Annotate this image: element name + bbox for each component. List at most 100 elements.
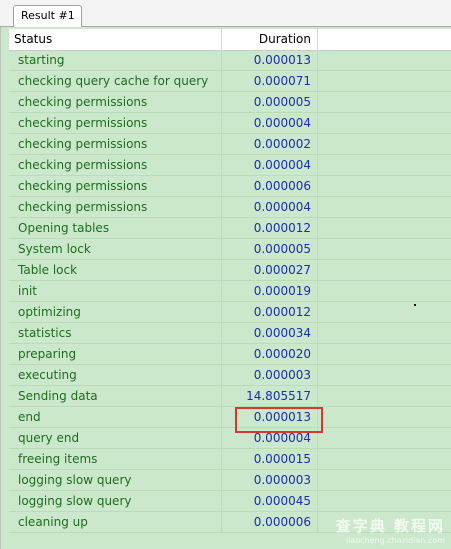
cell-status[interactable]: starting [9, 50, 222, 71]
result-tab-bar: Result #1 [0, 0, 451, 27]
table-row[interactable]: executing 0.000003 [9, 365, 451, 386]
cell-empty [318, 155, 451, 176]
table-row[interactable]: checking query cache for query 0.000071 [9, 71, 451, 92]
cell-status[interactable]: end [9, 407, 222, 428]
cell-duration[interactable]: 14.805517 [222, 386, 318, 407]
cell-duration[interactable]: 0.000006 [222, 512, 318, 533]
cell-duration[interactable]: 0.000012 [222, 302, 318, 323]
cell-status[interactable]: Table lock [9, 260, 222, 281]
cell-empty [318, 176, 451, 197]
cell-duration[interactable]: 0.000013 [222, 50, 318, 71]
cell-empty [318, 344, 451, 365]
cell-empty [318, 134, 451, 155]
cell-status[interactable]: checking permissions [9, 197, 222, 218]
column-header-status[interactable]: Status [9, 29, 222, 50]
cell-empty [318, 92, 451, 113]
cell-duration[interactable]: 0.000045 [222, 491, 318, 512]
cell-duration[interactable]: 0.000020 [222, 344, 318, 365]
table-row[interactable]: Sending data 14.805517 [9, 386, 451, 407]
cell-duration[interactable]: 0.000006 [222, 176, 318, 197]
cell-duration[interactable]: 0.000019 [222, 281, 318, 302]
cell-empty [318, 449, 451, 470]
watermark-url: jiaocheng.chazidian.com [345, 536, 445, 545]
table-row[interactable]: end 0.000013 [9, 407, 451, 428]
table-row[interactable]: init 0.000019 [9, 281, 451, 302]
table-row[interactable]: checking permissions 0.000002 [9, 134, 451, 155]
cell-status[interactable]: checking permissions [9, 113, 222, 134]
cell-status[interactable]: Sending data [9, 386, 222, 407]
cell-duration[interactable]: 0.000004 [222, 197, 318, 218]
table-row[interactable]: query end 0.000004 [9, 428, 451, 449]
cell-empty [318, 470, 451, 491]
cell-empty [318, 428, 451, 449]
cell-empty [318, 239, 451, 260]
table-row[interactable]: checking permissions 0.000006 [9, 176, 451, 197]
column-header-duration[interactable]: Duration [222, 29, 318, 50]
cell-duration[interactable]: 0.000015 [222, 449, 318, 470]
cell-duration[interactable]: 0.000027 [222, 260, 318, 281]
cell-empty [318, 365, 451, 386]
table-row[interactable]: starting 0.000013 [9, 50, 451, 71]
cell-duration[interactable]: 0.000004 [222, 113, 318, 134]
table-row[interactable]: System lock 0.000005 [9, 239, 451, 260]
cell-status[interactable]: System lock [9, 239, 222, 260]
grid-body: starting 0.000013 checking query cache for… [9, 50, 451, 533]
cell-status[interactable]: checking permissions [9, 92, 222, 113]
table-row[interactable]: checking permissions 0.000004 [9, 155, 451, 176]
cell-status[interactable]: checking permissions [9, 176, 222, 197]
cell-empty [318, 323, 451, 344]
cell-status[interactable]: logging slow query [9, 491, 222, 512]
cell-duration[interactable]: 0.000005 [222, 239, 318, 260]
cell-duration[interactable]: 0.000034 [222, 323, 318, 344]
cell-status[interactable]: cleaning up [9, 512, 222, 533]
watermark-title: 查字典 教程网 [335, 517, 445, 535]
table-row[interactable]: optimizing 0.000012 [9, 302, 451, 323]
table-row[interactable]: Opening tables 0.000012 [9, 218, 451, 239]
table-row[interactable]: checking permissions 0.000004 [9, 113, 451, 134]
cell-duration[interactable]: 0.000005 [222, 92, 318, 113]
table-row[interactable]: checking permissions 0.000004 [9, 197, 451, 218]
cell-status[interactable]: init [9, 281, 222, 302]
cell-duration[interactable]: 0.000003 [222, 470, 318, 491]
cell-empty [318, 260, 451, 281]
table-row[interactable]: statistics 0.000034 [9, 323, 451, 344]
table-row[interactable]: Table lock 0.000027 [9, 260, 451, 281]
cell-duration[interactable]: 0.000003 [222, 365, 318, 386]
cell-status[interactable]: preparing [9, 344, 222, 365]
table-row[interactable]: logging slow query 0.000003 [9, 470, 451, 491]
cell-empty [318, 386, 451, 407]
mouse-cursor-dot [414, 304, 416, 306]
highlight-box [235, 407, 323, 433]
cell-duration[interactable]: 0.000004 [222, 155, 318, 176]
tab-result-1[interactable]: Result #1 [13, 5, 82, 27]
cell-status[interactable]: checking query cache for query [9, 71, 222, 92]
cell-empty [318, 71, 451, 92]
cell-empty [318, 113, 451, 134]
cell-empty [318, 491, 451, 512]
cell-duration[interactable]: 0.000071 [222, 71, 318, 92]
cell-status[interactable]: Opening tables [9, 218, 222, 239]
cell-empty [318, 50, 451, 71]
cell-empty [318, 302, 451, 323]
cell-empty [318, 281, 451, 302]
cell-status[interactable]: optimizing [9, 302, 222, 323]
cell-status[interactable]: freeing items [9, 449, 222, 470]
cell-status[interactable]: executing [9, 365, 222, 386]
cell-empty [318, 218, 451, 239]
cell-duration[interactable]: 0.000002 [222, 134, 318, 155]
cell-status[interactable]: query end [9, 428, 222, 449]
table-row[interactable]: freeing items 0.000015 [9, 449, 451, 470]
cell-status[interactable]: checking permissions [9, 134, 222, 155]
cell-empty [318, 197, 451, 218]
cell-status[interactable]: checking permissions [9, 155, 222, 176]
table-row[interactable]: logging slow query 0.000045 [9, 491, 451, 512]
results-grid: Status Duration starting 0.000013 checking… [0, 27, 451, 549]
cell-status[interactable]: logging slow query [9, 470, 222, 491]
cell-duration[interactable]: 0.000012 [222, 218, 318, 239]
table-row[interactable]: preparing 0.000020 [9, 344, 451, 365]
cell-status[interactable]: statistics [9, 323, 222, 344]
column-header-empty [318, 29, 451, 50]
grid-header: Status Duration [9, 29, 451, 51]
table-row[interactable]: checking permissions 0.000005 [9, 92, 451, 113]
cell-empty [318, 407, 451, 428]
